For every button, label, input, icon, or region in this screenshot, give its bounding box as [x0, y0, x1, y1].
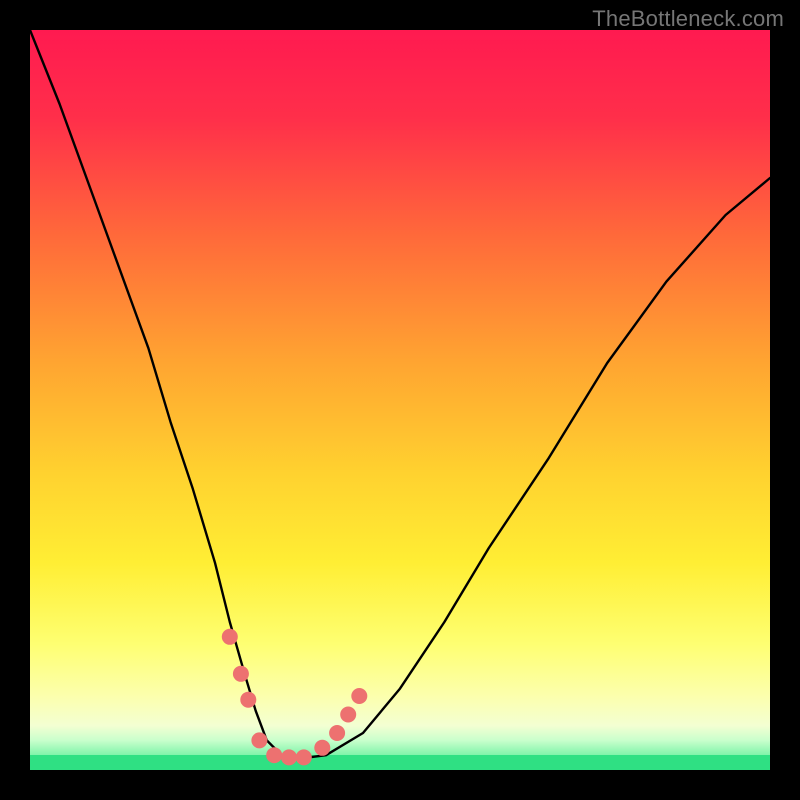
- curve-dot: [296, 749, 312, 765]
- plot-svg: [30, 30, 770, 770]
- curve-dot: [240, 692, 256, 708]
- curve-dot: [351, 688, 367, 704]
- curve-dot: [233, 666, 249, 682]
- curve-dot: [266, 747, 282, 763]
- curve-dot: [329, 725, 345, 741]
- green-band: [30, 755, 770, 770]
- plot-area: [30, 30, 770, 770]
- curve-dot: [340, 707, 356, 723]
- curve-dot: [251, 732, 267, 748]
- watermark-text: TheBottleneck.com: [592, 6, 784, 32]
- chart-frame: TheBottleneck.com: [0, 0, 800, 800]
- curve-dot: [222, 629, 238, 645]
- gradient-background: [30, 30, 770, 770]
- curve-dot: [314, 740, 330, 756]
- curve-dot: [281, 749, 297, 765]
